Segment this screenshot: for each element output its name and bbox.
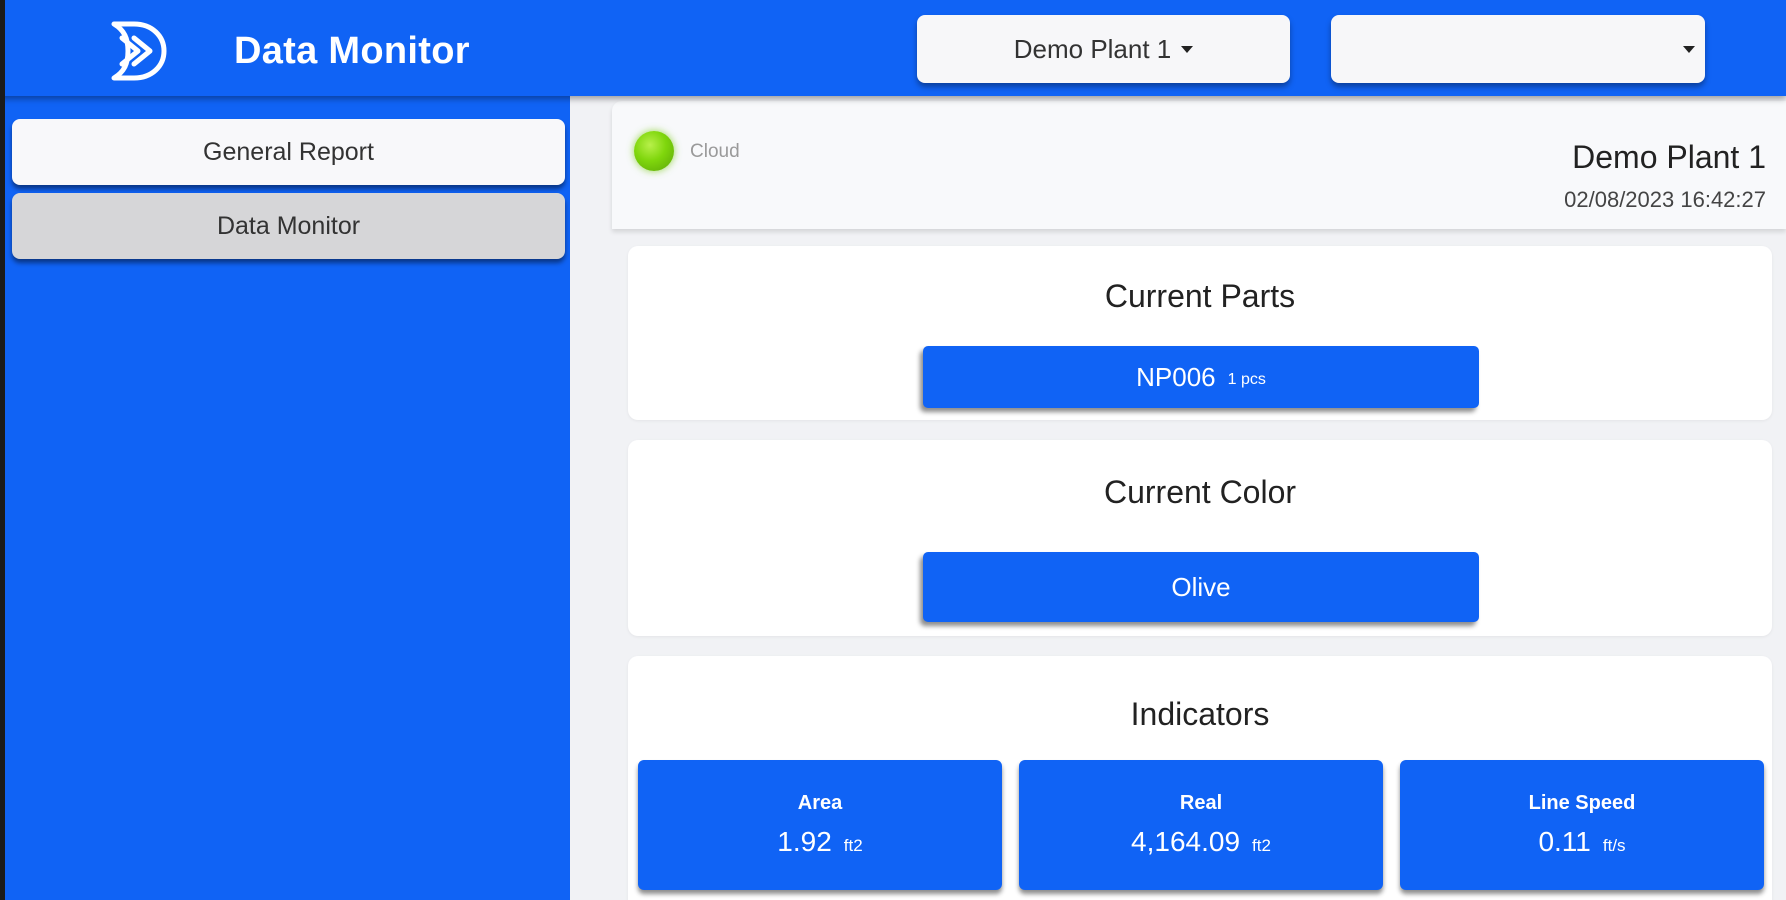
status-card: Cloud Demo Plant 1 02/08/2023 16:42:27	[612, 101, 1786, 229]
indicator-unit: ft2	[843, 836, 863, 855]
indicators-card: Indicators Area 1.92 ft2 Real 4,164.09 f…	[628, 656, 1772, 900]
window-left-edge	[0, 0, 5, 900]
chevron-down-icon	[1683, 45, 1695, 53]
plant-select-value: Demo Plant 1	[1013, 33, 1172, 64]
app-logo-icon[interactable]	[108, 20, 168, 82]
status-led-icon	[634, 131, 674, 171]
indicator-label: Line Speed	[1528, 792, 1636, 814]
app-title: Data Monitor	[234, 30, 470, 72]
sidebar: General Report Data Monitor	[0, 96, 570, 900]
plant-name: Demo Plant 1	[1572, 139, 1766, 175]
part-code: NP006	[1136, 361, 1216, 392]
current-color-button[interactable]: Olive	[923, 552, 1479, 622]
sidebar-item-label: Data Monitor	[216, 211, 361, 240]
indicator-value: 1.92	[777, 826, 832, 857]
indicator-label: Real	[1179, 792, 1223, 814]
current-color-card: Current Color Olive	[628, 440, 1772, 636]
current-parts-card: Current Parts NP006 1 pcs	[628, 246, 1772, 420]
indicator-unit: ft2	[1252, 836, 1271, 855]
sidebar-item-data-monitor[interactable]: Data Monitor	[12, 193, 565, 259]
part-quantity: 1 pcs	[1227, 371, 1266, 388]
card-title: Current Parts	[1104, 278, 1296, 314]
indicator-unit: ft/s	[1602, 836, 1626, 855]
chevron-down-icon	[1181, 45, 1194, 53]
indicator-value: 0.11	[1538, 826, 1591, 857]
timestamp: 02/08/2023 16:42:27	[1564, 187, 1766, 212]
sidebar-item-general-report[interactable]: General Report	[12, 119, 565, 185]
card-title: Indicators	[1130, 696, 1270, 732]
current-part-button[interactable]: NP006 1 pcs	[923, 346, 1479, 408]
main-content: Cloud Demo Plant 1 02/08/2023 16:42:27 C…	[570, 96, 1786, 900]
sidebar-item-label: General Report	[203, 137, 374, 166]
color-value: Olive	[1171, 571, 1231, 602]
plant-select[interactable]: Demo Plant 1	[917, 15, 1290, 83]
card-title: Current Color	[1103, 474, 1297, 510]
indicator-tile-real[interactable]: Real 4,164.09 ft2	[1019, 760, 1383, 890]
indicator-tile-area[interactable]: Area 1.92 ft2	[638, 760, 1002, 890]
indicator-tile-line-speed[interactable]: Line Speed 0.11 ft/s	[1400, 760, 1764, 890]
connection-label: Cloud	[690, 141, 740, 162]
secondary-select[interactable]	[1331, 15, 1705, 83]
top-header: Data Monitor Demo Plant 1	[0, 0, 1786, 96]
indicator-value: 4,164.09	[1131, 826, 1241, 857]
indicator-label: Area	[797, 792, 843, 814]
